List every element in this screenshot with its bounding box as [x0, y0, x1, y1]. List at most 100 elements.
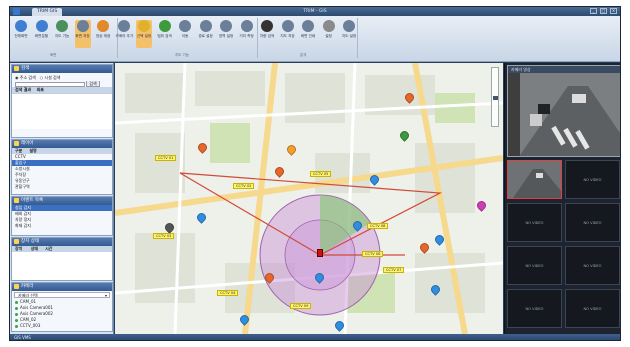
camera-thumbnail[interactable] — [507, 160, 562, 199]
map-label[interactable]: CCTV 07 — [383, 267, 405, 274]
camera-thumbnail[interactable]: NO VIDEO — [565, 160, 620, 199]
map-label[interactable]: CCTV 06 — [362, 251, 384, 258]
map-settings-icon — [343, 20, 355, 32]
title-bar: TRIM GIS TRIM - GIS _ □ × — [10, 7, 620, 16]
thumbnail-text: NO VIDEO — [525, 264, 544, 268]
camera-thumbnail[interactable]: NO VIDEO — [565, 203, 620, 242]
zoom-handle[interactable] — [493, 96, 498, 100]
select-button[interactable]: 선택 설정 — [136, 20, 152, 48]
radio-address-icon[interactable]: ◉ — [15, 75, 19, 80]
split-button[interactable]: 화면분할 — [34, 20, 50, 48]
map-label[interactable]: CCTV 02 — [233, 183, 255, 190]
camera-item-label: Axis Camera001 — [20, 305, 53, 310]
zoom-slider[interactable] — [491, 67, 499, 127]
event-icon — [14, 198, 19, 203]
status-dot-icon — [15, 318, 18, 322]
move-icon — [179, 20, 191, 32]
event-row[interactable]: 화재 감지 — [12, 223, 112, 229]
device-panel-title: 장치 상태 — [21, 239, 39, 244]
radius-button[interactable]: 범위 검색 — [157, 20, 173, 48]
car-button[interactable]: 차량 검색 — [259, 20, 275, 48]
layer-row[interactable]: 관할구역 — [12, 184, 112, 190]
radio-facility-icon[interactable]: ○ — [40, 75, 44, 80]
camera-scene-image — [508, 73, 620, 156]
camera-button[interactable]: 카메라 추가 — [116, 20, 133, 48]
area-icon — [220, 20, 232, 32]
close-icon[interactable]: × — [610, 8, 617, 14]
maximize-icon[interactable]: □ — [600, 8, 607, 14]
layer-col-desc: 설명 — [29, 148, 37, 153]
status-dot-icon — [15, 324, 18, 328]
camera-thumbnail[interactable]: NO VIDEO — [507, 289, 562, 328]
map-label[interactable]: CCTV 01 — [155, 155, 177, 162]
search-input[interactable] — [15, 81, 85, 87]
select-icon — [138, 20, 150, 32]
search-button[interactable]: 검색 — [86, 81, 100, 87]
status-text: GIS VMS — [14, 335, 31, 340]
search-icon — [14, 66, 19, 71]
map-settings-button[interactable]: 지도 설정 — [341, 20, 357, 48]
chevron-down-icon[interactable]: ▾ — [105, 293, 109, 297]
minimize-icon[interactable]: _ — [590, 8, 597, 14]
map-label[interactable]: CCTV 04 — [217, 290, 239, 297]
camera-panel: 카메라 카메라 선택 ▾ CAM_01 Axis Camera001 Axis … — [11, 282, 113, 332]
map-canvas[interactable] — [115, 63, 503, 334]
camera-thumbnail[interactable]: NO VIDEO — [565, 289, 620, 328]
map-label[interactable]: CCTV 09 — [290, 303, 312, 310]
route-button[interactable]: 경로 설정 — [198, 20, 214, 48]
map-view[interactable]: CCTV 01 CCTV 02 CCTV 03 CCTV 04 CCTV 05 … — [115, 63, 503, 334]
area-button[interactable]: 영역 설정 — [218, 20, 234, 48]
ribbon-button-label: 지도 설정 — [341, 34, 357, 38]
layer-panel-title: 레이어 — [21, 141, 34, 146]
device-panel-header: 장치 상태 — [12, 238, 112, 246]
play-button[interactable]: 영상 재생 — [95, 20, 111, 48]
measure-icon — [240, 20, 253, 32]
map-label[interactable]: CCTV 05 — [310, 171, 332, 178]
ribbon-button-label: 차량 검색 — [259, 34, 275, 38]
settings-button[interactable]: 설정 — [321, 20, 337, 48]
device-icon — [14, 239, 19, 244]
move-button[interactable]: 이동 — [177, 20, 193, 48]
map-button[interactable]: 지도 기능 — [54, 20, 70, 48]
map-save-button[interactable]: 지도 저장 — [280, 20, 296, 48]
print-button[interactable]: 화면 인쇄 — [300, 20, 316, 48]
device-list[interactable] — [12, 252, 112, 280]
layer-panel-header: 레이어 — [12, 140, 112, 148]
search-results-list[interactable] — [12, 93, 112, 129]
ribbon-button-label: 영상 재생 — [95, 34, 111, 38]
measure-button[interactable]: 거리 측정 — [239, 20, 255, 48]
app-window: TRIM GIS TRIM - GIS _ □ × 전체화면 화면분할 지도 기능 화… — [9, 6, 621, 341]
left-panel: 검색 ◉ 주소 검색 ○ 시설 검색 검색 검색 결과 좌표 레이어 구분 설명… — [10, 63, 114, 334]
camera-panel-header: 카메라 — [12, 283, 112, 291]
save-button[interactable]: 화면 저장 — [74, 20, 91, 48]
map-label[interactable]: CCTV 08 — [367, 223, 389, 230]
event-panel-header: 이벤트 목록 — [12, 197, 112, 205]
radio-address-label[interactable]: 주소 검색 — [20, 75, 36, 80]
fullscreen-icon — [15, 20, 27, 32]
main-camera-view[interactable]: 카메라 영상 — [507, 65, 620, 157]
map-label[interactable]: CCTV 03 — [153, 233, 175, 240]
camera-thumbnail[interactable]: NO VIDEO — [507, 246, 562, 285]
camera-item-label: CCTV_003 — [20, 323, 41, 328]
play-icon — [97, 20, 109, 32]
split-icon — [35, 20, 48, 32]
layer-icon — [14, 141, 19, 146]
event-panel-title: 이벤트 목록 — [21, 198, 44, 203]
thumbnail-text: NO VIDEO — [525, 221, 544, 225]
video-panel: 카메라 영상 NO VIDEO NO VIDEO NO VIDEO NO VID… — [504, 63, 620, 334]
camera-icon — [117, 20, 130, 32]
camera-select[interactable]: 카메라 선택 ▾ — [14, 292, 110, 298]
camera-item[interactable]: CCTV_003 — [12, 323, 112, 329]
selected-camera-icon[interactable] — [317, 249, 323, 257]
settings-icon — [322, 20, 335, 32]
camera-thumbnail[interactable]: NO VIDEO — [507, 203, 562, 242]
fullscreen-button[interactable]: 전체화면 — [13, 20, 29, 48]
ribbon-toolbar: 전체화면 화면분할 지도 기능 화면 저장영상 재생 카메라 추가 선택 설정 범위 검색 이… — [10, 16, 620, 62]
ribbon-button-label: 화면 인쇄 — [300, 34, 316, 38]
thumbnail-text: NO VIDEO — [583, 221, 602, 225]
camera-thumbnail[interactable]: NO VIDEO — [565, 246, 620, 285]
radio-facility-label[interactable]: 시설 검색 — [44, 75, 60, 80]
camera-panel-title: 카메라 — [21, 284, 34, 289]
event-panel: 이벤트 목록 침입 감지 배회 감지 차량 정지 화재 감지 — [11, 196, 113, 236]
search-panel-title: 검색 — [21, 66, 30, 71]
